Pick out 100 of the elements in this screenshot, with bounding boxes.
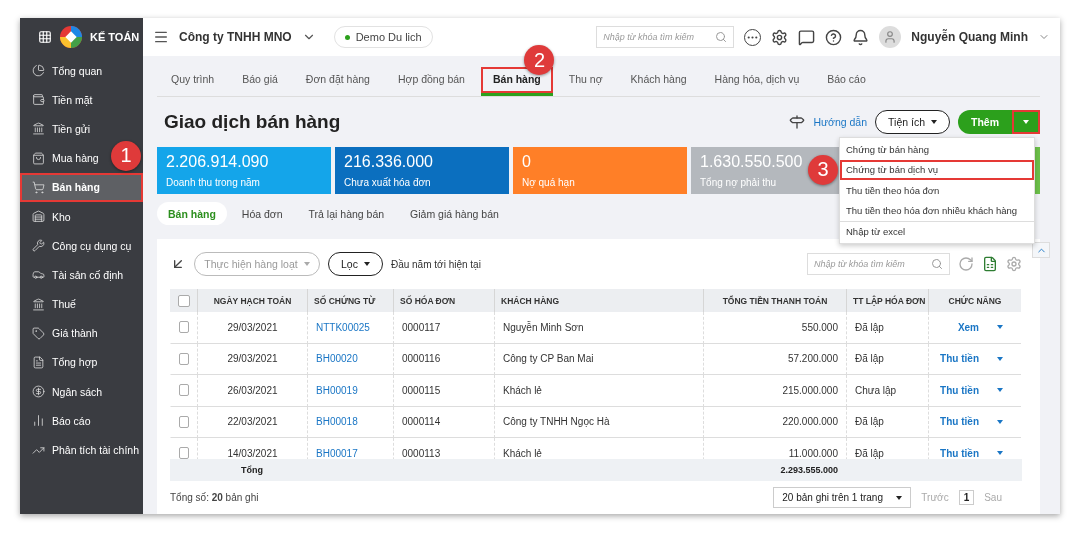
table-cell: Đã lập [855, 353, 884, 365]
card-label: Nợ quá hạn [522, 177, 575, 188]
sub-tab[interactable]: Trả lại hàng bán [297, 202, 396, 225]
sidebar-item[interactable]: Giá thành [20, 318, 104, 348]
nav-tab[interactable]: Hàng hóa, dịch vụ [702, 67, 812, 96]
logo-icon [60, 26, 82, 48]
menu-item[interactable]: Nhập từ excel [840, 221, 1034, 242]
user-name[interactable]: Nguyễn Quang Minh [911, 30, 1028, 44]
sidebar-item[interactable]: Ngân sách [20, 377, 109, 407]
column-header: KHÁCH HÀNG [494, 289, 703, 312]
voucher-link[interactable]: BH00018 [316, 416, 358, 428]
caret-icon[interactable] [997, 419, 1003, 424]
step-marker: 1 [111, 140, 141, 171]
table-cell: 29/03/2021 [227, 353, 278, 365]
sidebar-item[interactable]: Tiền mặt [20, 85, 99, 115]
page-number[interactable]: 1 [958, 490, 975, 505]
voucher-link[interactable]: BH00017 [316, 447, 358, 459]
checkbox[interactable] [179, 321, 189, 334]
voucher-link[interactable]: NTTK00025 [316, 321, 370, 333]
nav-tab[interactable]: Thu nợ [556, 67, 615, 96]
table-cell: 57.200.000 [787, 353, 838, 365]
nav-tab[interactable]: Khách hàng [618, 67, 699, 96]
menu-item[interactable]: Thu tiền theo hóa đơn nhiều khách hàng [840, 200, 1034, 221]
bell-icon[interactable] [852, 28, 870, 46]
summary-card[interactable]: 216.336.000 Chưa xuất hóa đơn [335, 147, 509, 194]
table-cell: Công ty TNHH Ngọc Hà [503, 416, 610, 428]
table-cell: 0000114 [402, 416, 441, 428]
sidebar-item[interactable]: Bán hàng [20, 172, 143, 202]
caret-icon[interactable] [997, 356, 1003, 361]
row-action-link[interactable]: Thu tiền [940, 447, 979, 459]
nav-tab[interactable]: Quy trình [159, 67, 227, 96]
table-cell: 215.000.000 [782, 384, 838, 396]
card-label: Tổng nợ phải thu [700, 177, 777, 188]
sub-tab[interactable]: Giảm giá hàng bán [399, 202, 510, 225]
caret-icon[interactable] [997, 451, 1003, 456]
sidebar-item[interactable]: Kho [20, 201, 77, 232]
card-label: Chưa xuất hóa đơn [344, 177, 431, 188]
nav-tab[interactable]: Báo cáo [815, 67, 878, 96]
caret-icon[interactable] [997, 388, 1003, 393]
column-header: NGÀY HẠCH TOÁN [197, 289, 307, 312]
sidebar-icon [32, 239, 45, 253]
table-cell: 29/03/2021 [227, 321, 278, 333]
sidebar-item[interactable]: Tiền gửi [20, 114, 97, 144]
nav-tab[interactable]: Hợp đồng bán [385, 67, 477, 96]
checkbox[interactable] [177, 294, 190, 307]
voucher-link[interactable]: BH00019 [316, 384, 358, 396]
nav-tab[interactable]: Đơn đặt hàng [293, 67, 382, 96]
filter-dropdown[interactable]: Lọc [328, 252, 383, 276]
checkbox[interactable] [179, 384, 189, 397]
chat-icon[interactable] [798, 28, 816, 46]
table-cell: 11.000.000 [788, 447, 838, 459]
signpost-icon [789, 114, 806, 130]
search-icon [715, 31, 728, 43]
settings-icon[interactable] [771, 28, 789, 46]
sidebar-item[interactable]: Báo cáo [20, 406, 97, 436]
card-label: Doanh thu trong năm [166, 177, 260, 188]
row-action-link[interactable]: Xem [957, 321, 979, 333]
menu-icon[interactable] [153, 29, 169, 45]
column-header: SỐ HÓA ĐƠN [393, 289, 494, 312]
table-cell: Công ty CP Ban Mai [503, 353, 594, 365]
card-value: 0 [522, 153, 531, 171]
guide-link[interactable]: Hướng dẫn [813, 116, 868, 128]
spreadsheet-icon[interactable] [982, 256, 998, 272]
table-cell: Chưa lập [855, 384, 897, 396]
sidebar-item[interactable]: Phân tích tài chính [20, 435, 145, 465]
page-size-select[interactable]: 20 bản ghi trên 1 trang [773, 487, 912, 508]
column-header: SỐ CHỨNG TỪ [307, 289, 393, 312]
sidebar-icon [32, 326, 45, 340]
help-icon[interactable] [825, 28, 843, 46]
sub-tab[interactable]: Bán hàng [157, 202, 227, 225]
sidebar-item[interactable]: Tổng quan [20, 56, 109, 86]
sidebar-item[interactable]: Thuế [20, 289, 82, 319]
nav-tab[interactable]: Báo giá [230, 67, 290, 96]
sidebar-item[interactable]: Mua hàng [20, 143, 105, 173]
checkbox[interactable] [179, 447, 189, 459]
checkbox[interactable] [179, 352, 189, 365]
apps-grid-icon[interactable] [38, 30, 52, 44]
company-name[interactable]: Công ty TNHH MNO [179, 30, 292, 44]
sidebar-icon [32, 355, 45, 369]
row-action-link[interactable]: Thu tiền [940, 353, 979, 365]
logo-text: KẾ TOÁN [90, 31, 140, 43]
sidebar-item[interactable]: Tổng hợp [20, 347, 104, 378]
voucher-link[interactable]: BH00020 [316, 353, 358, 365]
utilities-button[interactable]: Tiện ích [875, 110, 950, 134]
add-menu-toggle[interactable] [1012, 110, 1040, 134]
checkbox[interactable] [179, 415, 189, 428]
sidebar-item[interactable]: Tài sản cố định [20, 260, 130, 290]
avatar[interactable] [879, 26, 902, 48]
sidebar-icon [32, 93, 45, 107]
table-cell: Khách lẻ [503, 384, 542, 396]
sidebar-icon [32, 297, 45, 311]
table-cell: Đã lập [855, 416, 884, 428]
row-action-link[interactable]: Thu tiền [940, 384, 979, 396]
row-action-link[interactable]: Thu tiền [940, 416, 979, 428]
sidebar-item[interactable]: Công cụ dụng cụ [20, 231, 138, 261]
search-icon [931, 258, 943, 270]
table-cell: 0000113 [402, 447, 441, 459]
sub-tab[interactable]: Hóa đơn [230, 202, 294, 225]
card-value: 216.336.000 [344, 153, 433, 171]
caret-icon[interactable] [997, 325, 1003, 330]
